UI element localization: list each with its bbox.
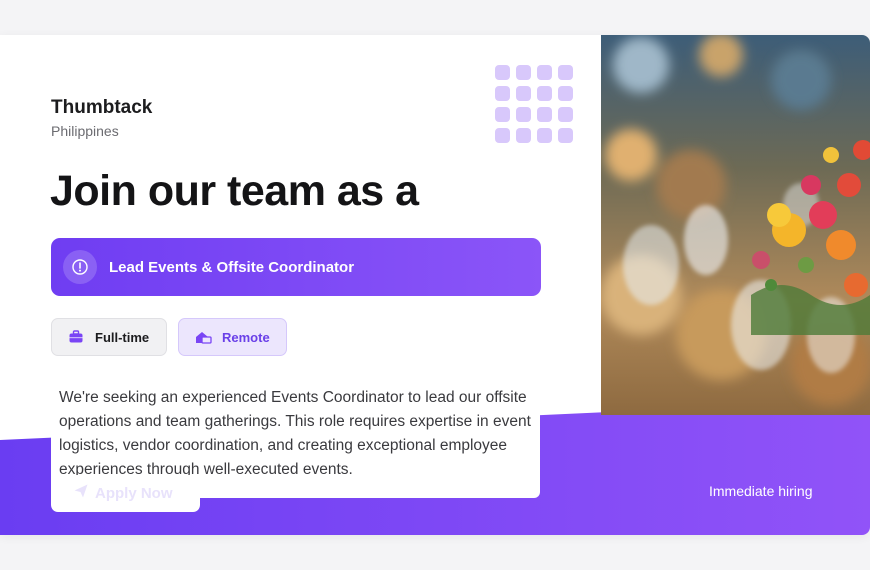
apply-now-label: Apply Now [95,485,173,502]
send-icon [73,483,89,504]
role-title-banner: Lead Events & Offsite Coordinator [51,238,541,296]
company-name: Thumbtack [51,97,153,118]
company-location: Philippines [51,123,119,139]
remote-home-icon [193,327,213,347]
role-title: Lead Events & Offsite Coordinator [109,258,355,276]
job-description: We're seeking an experienced Events Coor… [59,389,531,478]
info-circle-icon [63,250,97,284]
headline: Join our team as a [50,167,419,215]
briefcase-icon [66,327,86,347]
tag-label: Remote [222,329,270,345]
immediate-hiring-badge: Immediate hiring [709,483,813,499]
tag-remote: Remote [178,318,287,356]
tag-full-time: Full-time [51,318,167,356]
event-photo [601,35,870,415]
decorative-dot-grid [495,65,573,143]
tag-label: Full-time [95,329,150,345]
job-card: Thumbtack Philippines Join our team as a… [0,35,870,535]
apply-now-button[interactable]: Apply Now [51,475,200,512]
